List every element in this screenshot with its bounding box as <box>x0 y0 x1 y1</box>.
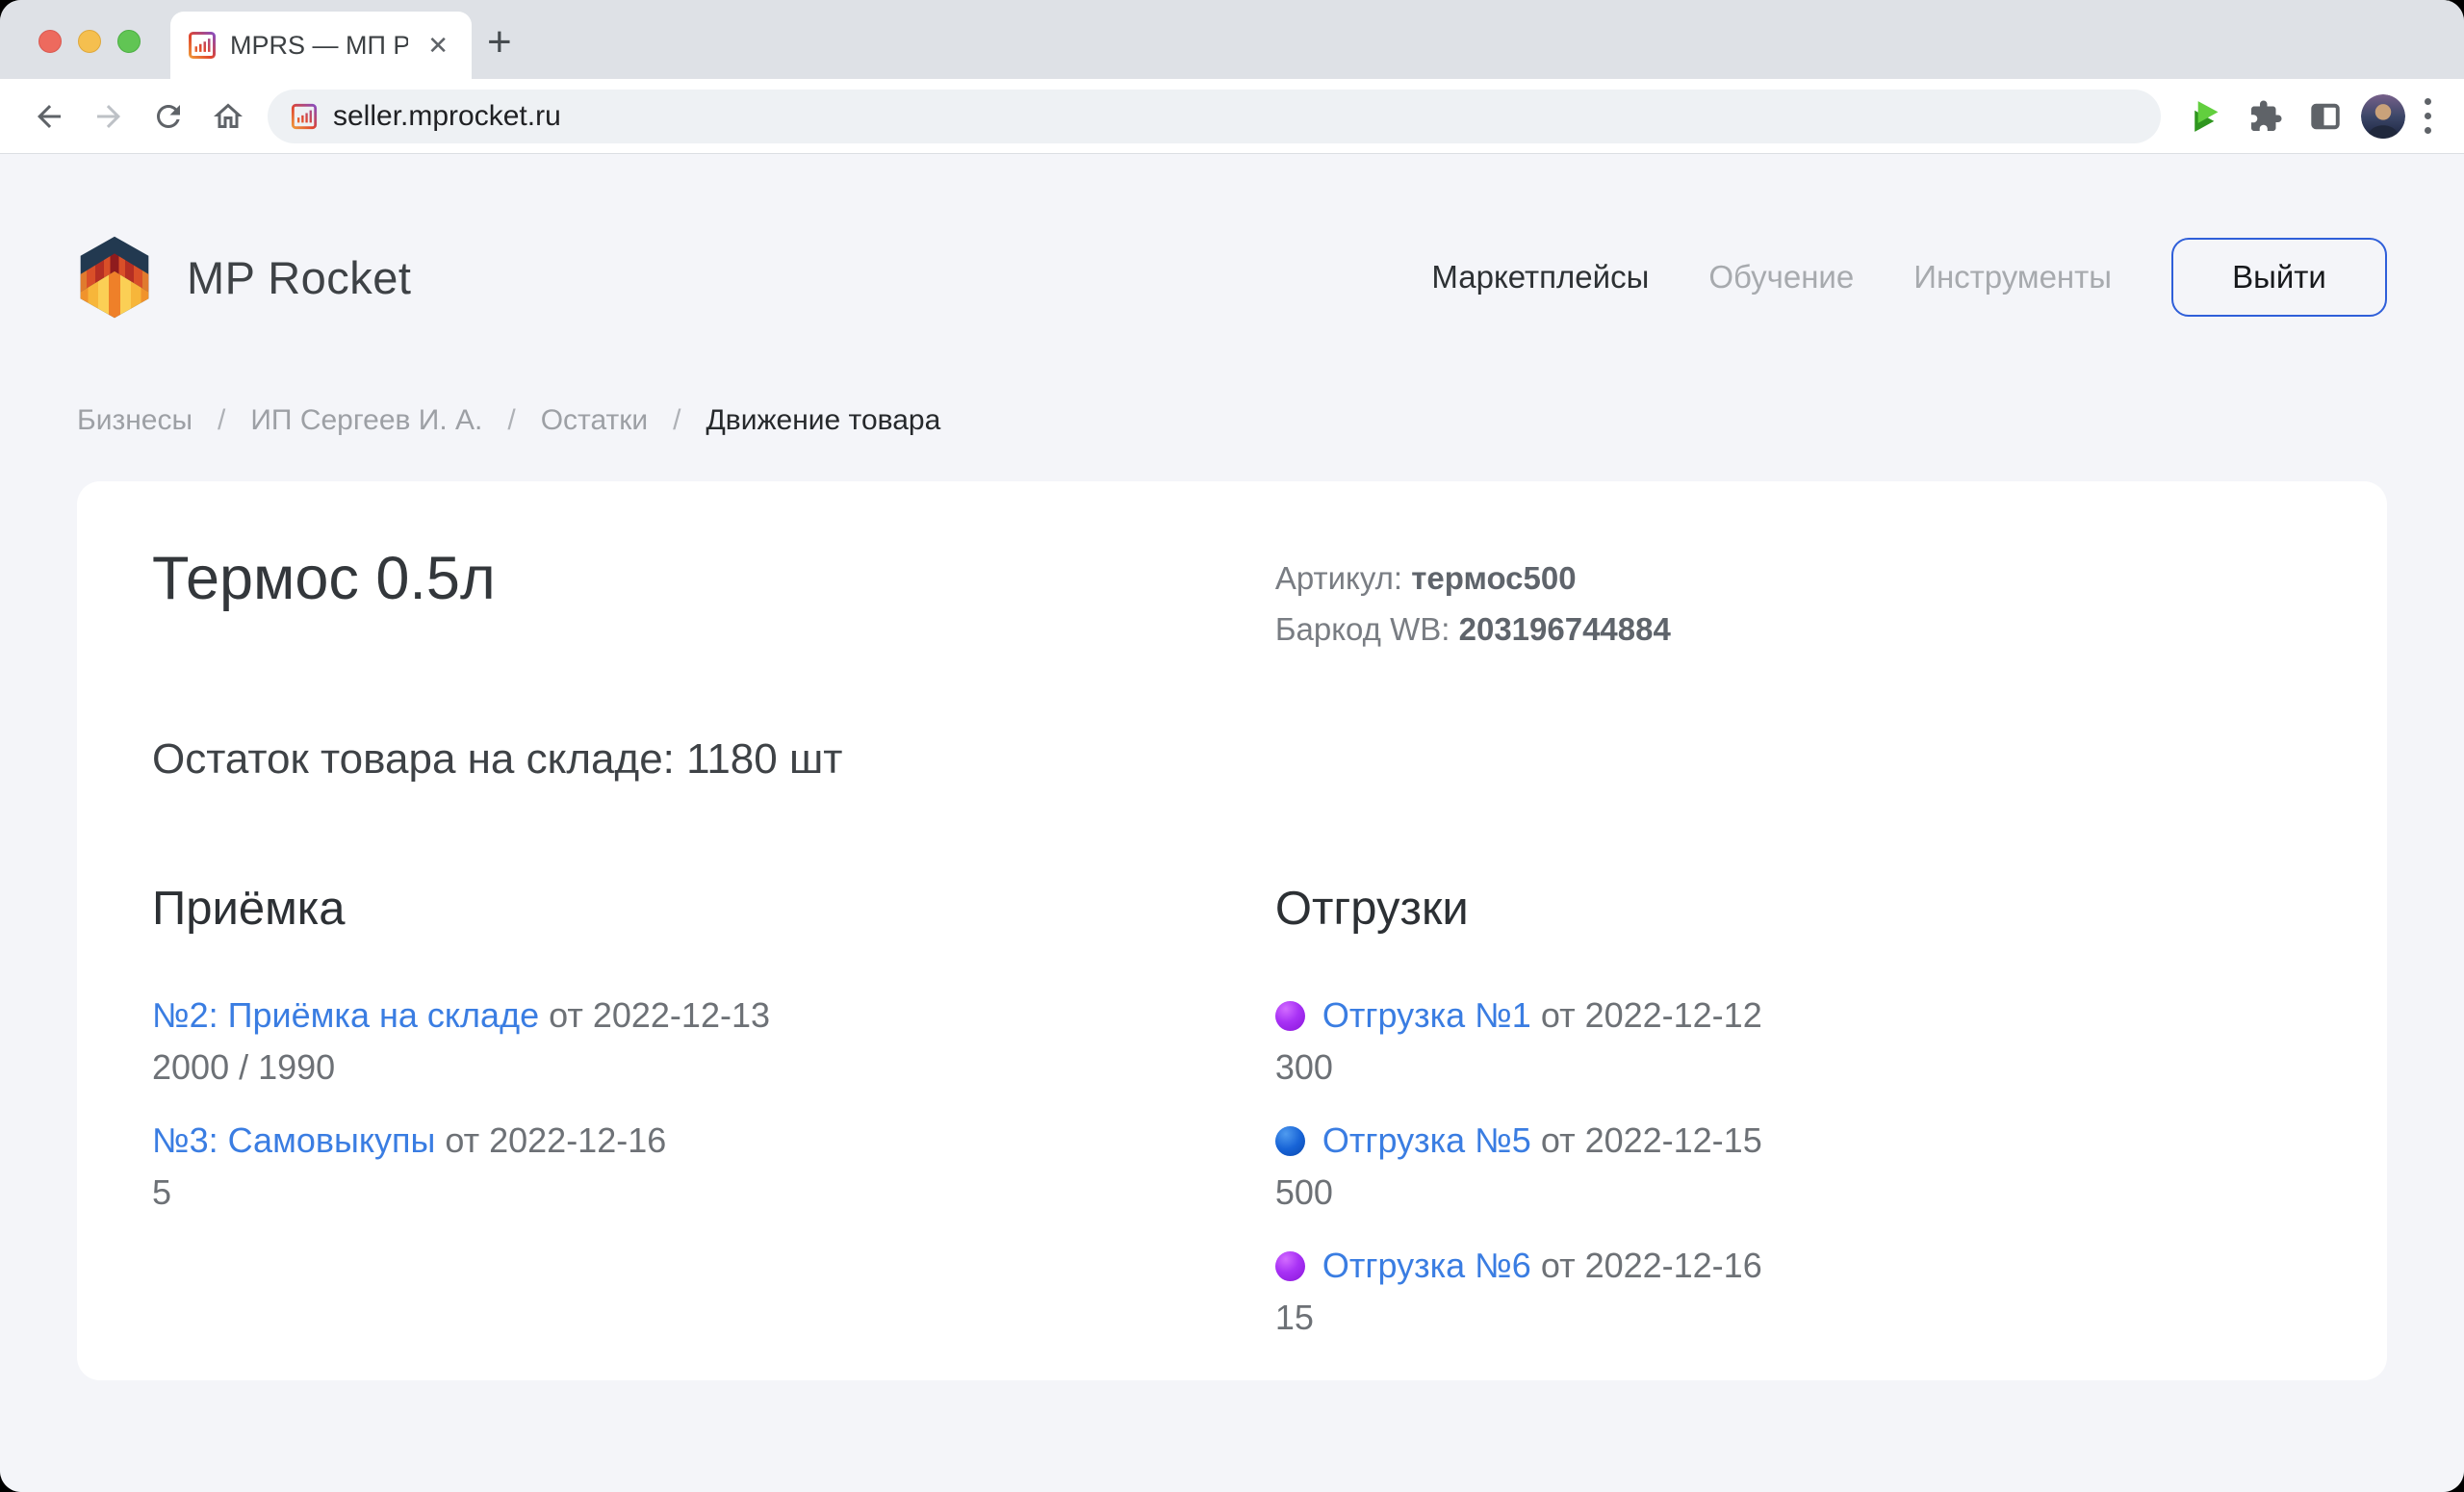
article-label: Артикул: <box>1275 560 1402 596</box>
breadcrumb-separator: / <box>507 404 515 437</box>
breadcrumb-businesses[interactable]: Бизнесы <box>77 404 192 437</box>
address-bar[interactable]: seller.mprocket.ru <box>268 90 2161 143</box>
reload-button[interactable] <box>139 87 198 146</box>
side-panel-icon[interactable] <box>2296 87 2355 146</box>
tab-strip: MPRS — МП Рокет ✕ + <box>0 0 2464 79</box>
shipment-date: от 2022-12-16 <box>1541 1246 1762 1285</box>
shipment-status-dot <box>1275 1001 1305 1031</box>
receipt-value: 2000 / 1990 <box>152 1042 1275 1093</box>
close-tab-icon[interactable]: ✕ <box>422 29 454 63</box>
shipment-link[interactable]: Отгрузка №5 <box>1322 1120 1531 1160</box>
receipt-date: от 2022-12-16 <box>445 1120 666 1160</box>
shipment-date: от 2022-12-12 <box>1541 995 1762 1035</box>
site-header: MP Rocket Маркетплейсы Обучение Инструме… <box>77 237 2387 318</box>
browser-toolbar: seller.mprocket.ru <box>0 79 2464 154</box>
main-nav: Маркетплейсы Обучение Инструменты <box>1431 259 2112 296</box>
barcode-value: 203196744884 <box>1459 611 1671 647</box>
product-title: Термос 0.5л <box>152 549 1275 609</box>
receipt-link[interactable]: №2: Приёмка на складе <box>152 995 539 1035</box>
nav-marketplaces[interactable]: Маркетплейсы <box>1431 259 1649 296</box>
window-controls <box>38 30 141 53</box>
shipment-status-dot <box>1275 1251 1305 1281</box>
article-value: термос500 <box>1411 560 1576 596</box>
home-button[interactable] <box>198 87 258 146</box>
site-favicon-icon <box>188 31 217 60</box>
close-window-button[interactable] <box>38 30 62 53</box>
receipts-heading: Приёмка <box>152 882 1275 936</box>
article-row: Артикул: термос500 <box>1275 553 2312 604</box>
tab-title: MPRS — МП Рокет <box>230 31 408 61</box>
shipment-item: Отгрузка №5 от 2022-12-15 500 <box>1275 1115 2312 1219</box>
breadcrumb: Бизнесы / ИП Сергеев И. А. / Остатки / Д… <box>77 404 2387 437</box>
breadcrumb-seller[interactable]: ИП Сергеев И. А. <box>250 404 482 437</box>
receipt-item: №2: Приёмка на складе от 2022-12-13 2000… <box>152 990 1275 1093</box>
shipments-section: Отгрузки Отгрузка №1 от 2022-12-12 300 О… <box>1275 882 2312 1365</box>
extension-play-icon[interactable] <box>2176 87 2236 146</box>
site-favicon-icon <box>291 103 318 130</box>
browser-window: MPRS — МП Рокет ✕ + seller.mprocket.ru <box>0 0 2464 1492</box>
shipment-status-dot <box>1275 1126 1305 1156</box>
shipment-value: 500 <box>1275 1167 2312 1219</box>
breadcrumb-current: Движение товара <box>706 404 940 437</box>
shipment-item: Отгрузка №1 от 2022-12-12 300 <box>1275 990 2312 1093</box>
receipts-section: Приёмка №2: Приёмка на складе от 2022-12… <box>152 882 1275 1365</box>
breadcrumb-separator: / <box>673 404 680 437</box>
receipt-date: от 2022-12-13 <box>549 995 770 1035</box>
shipments-heading: Отгрузки <box>1275 882 2312 936</box>
barcode-row: Баркод WB: 203196744884 <box>1275 604 2312 655</box>
logout-button[interactable]: Выйти <box>2171 238 2387 317</box>
receipt-link[interactable]: №3: Самовыкупы <box>152 1120 435 1160</box>
stock-value: 1180 шт <box>686 735 842 783</box>
breadcrumb-stocks[interactable]: Остатки <box>541 404 648 437</box>
url-text: seller.mprocket.ru <box>333 100 561 133</box>
breadcrumb-separator: / <box>218 404 225 437</box>
mp-rocket-logo-icon <box>77 236 152 319</box>
stock-label: Остаток товара на складе: <box>152 735 675 783</box>
minimize-window-button[interactable] <box>78 30 101 53</box>
shipment-item: Отгрузка №6 от 2022-12-16 15 <box>1275 1240 2312 1344</box>
nav-education[interactable]: Обучение <box>1708 259 1854 296</box>
browser-tab[interactable]: MPRS — МП Рокет ✕ <box>170 12 472 79</box>
brand[interactable]: MP Rocket <box>77 236 412 319</box>
shipment-link[interactable]: Отгрузка №6 <box>1322 1246 1531 1285</box>
stock-line: Остаток товара на складе: 1180 шт <box>152 735 2312 784</box>
browser-menu-icon[interactable] <box>2411 98 2445 134</box>
extensions-puzzle-icon[interactable] <box>2236 87 2296 146</box>
shipment-value: 300 <box>1275 1042 2312 1093</box>
shipment-value: 15 <box>1275 1292 2312 1344</box>
back-button[interactable] <box>19 87 79 146</box>
forward-button[interactable] <box>79 87 139 146</box>
product-meta: Артикул: термос500 Баркод WB: 2031967448… <box>1275 549 2312 655</box>
receipt-item: №3: Самовыкупы от 2022-12-16 5 <box>152 1115 1275 1219</box>
new-tab-button[interactable]: + <box>487 13 512 71</box>
brand-name: MP Rocket <box>187 251 412 304</box>
shipment-link[interactable]: Отгрузка №1 <box>1322 995 1531 1035</box>
page-content: MP Rocket Маркетплейсы Обучение Инструме… <box>0 154 2464 1492</box>
receipt-value: 5 <box>152 1167 1275 1219</box>
profile-avatar[interactable] <box>2361 94 2405 139</box>
product-card: Термос 0.5л Артикул: термос500 Баркод WB… <box>77 481 2387 1380</box>
nav-tools[interactable]: Инструменты <box>1913 259 2112 296</box>
shipment-date: от 2022-12-15 <box>1541 1120 1762 1160</box>
zoom-window-button[interactable] <box>117 30 141 53</box>
barcode-label: Баркод WB: <box>1275 611 1450 647</box>
